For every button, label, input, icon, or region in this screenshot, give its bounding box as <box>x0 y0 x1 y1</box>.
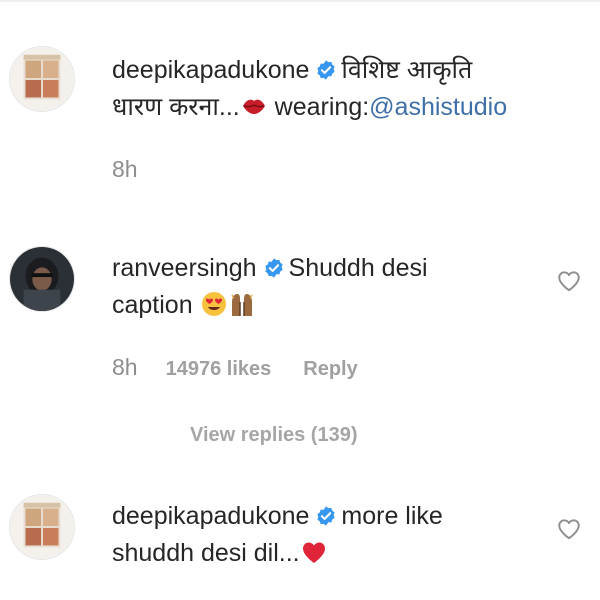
comment-text-line1: विशिष्ट आकृति <box>341 56 473 84</box>
avatar[interactable] <box>9 46 75 112</box>
comment-text-line1: more like <box>341 502 443 530</box>
comment-text: deepikapadukone more like shuddh desi dil… <box>112 498 552 572</box>
comment-text-line2: caption <box>112 291 193 319</box>
comment-meta: 8h 14976 likes Reply <box>112 354 358 381</box>
avatar[interactable] <box>9 246 75 312</box>
view-replies-button[interactable]: View replies (139) <box>190 424 358 447</box>
username[interactable]: deepikapadukone <box>112 56 309 84</box>
username[interactable]: ranveersingh <box>112 254 257 282</box>
likes-count[interactable]: 14976 likes <box>166 358 272 380</box>
comment-text-line1: Shuddh desi <box>288 254 428 282</box>
mention-link[interactable]: @ashistudio <box>369 93 507 121</box>
username[interactable]: deepikapadukone <box>112 502 309 530</box>
verified-badge-icon <box>263 257 285 279</box>
verified-badge-icon <box>315 59 337 81</box>
heart-outline-icon[interactable] <box>556 516 582 542</box>
heart-outline-icon[interactable] <box>556 268 582 294</box>
comment-text-line2: shuddh desi dil... <box>112 539 300 567</box>
verified-badge-icon <box>315 505 337 527</box>
reply-button[interactable]: Reply <box>303 358 357 380</box>
raised-hands-emoji <box>228 290 256 318</box>
comment-text: ranveersingh Shuddh desi caption <box>112 250 552 324</box>
comment-text: deepikapadukone विशिष्ट आकृति धारण करना..… <box>112 52 552 126</box>
kiss-mark-emoji <box>240 92 268 120</box>
wearing-label: wearing: <box>274 93 370 121</box>
red-heart-emoji <box>300 538 328 566</box>
timestamp[interactable]: 8h <box>112 354 138 380</box>
top-divider <box>0 0 600 2</box>
timestamp[interactable]: 8h <box>112 156 138 182</box>
comment-text-line2: धारण करना... <box>112 93 240 121</box>
avatar[interactable] <box>9 494 75 560</box>
heart-eyes-emoji <box>200 290 228 318</box>
comment-meta: 8h <box>112 156 138 183</box>
